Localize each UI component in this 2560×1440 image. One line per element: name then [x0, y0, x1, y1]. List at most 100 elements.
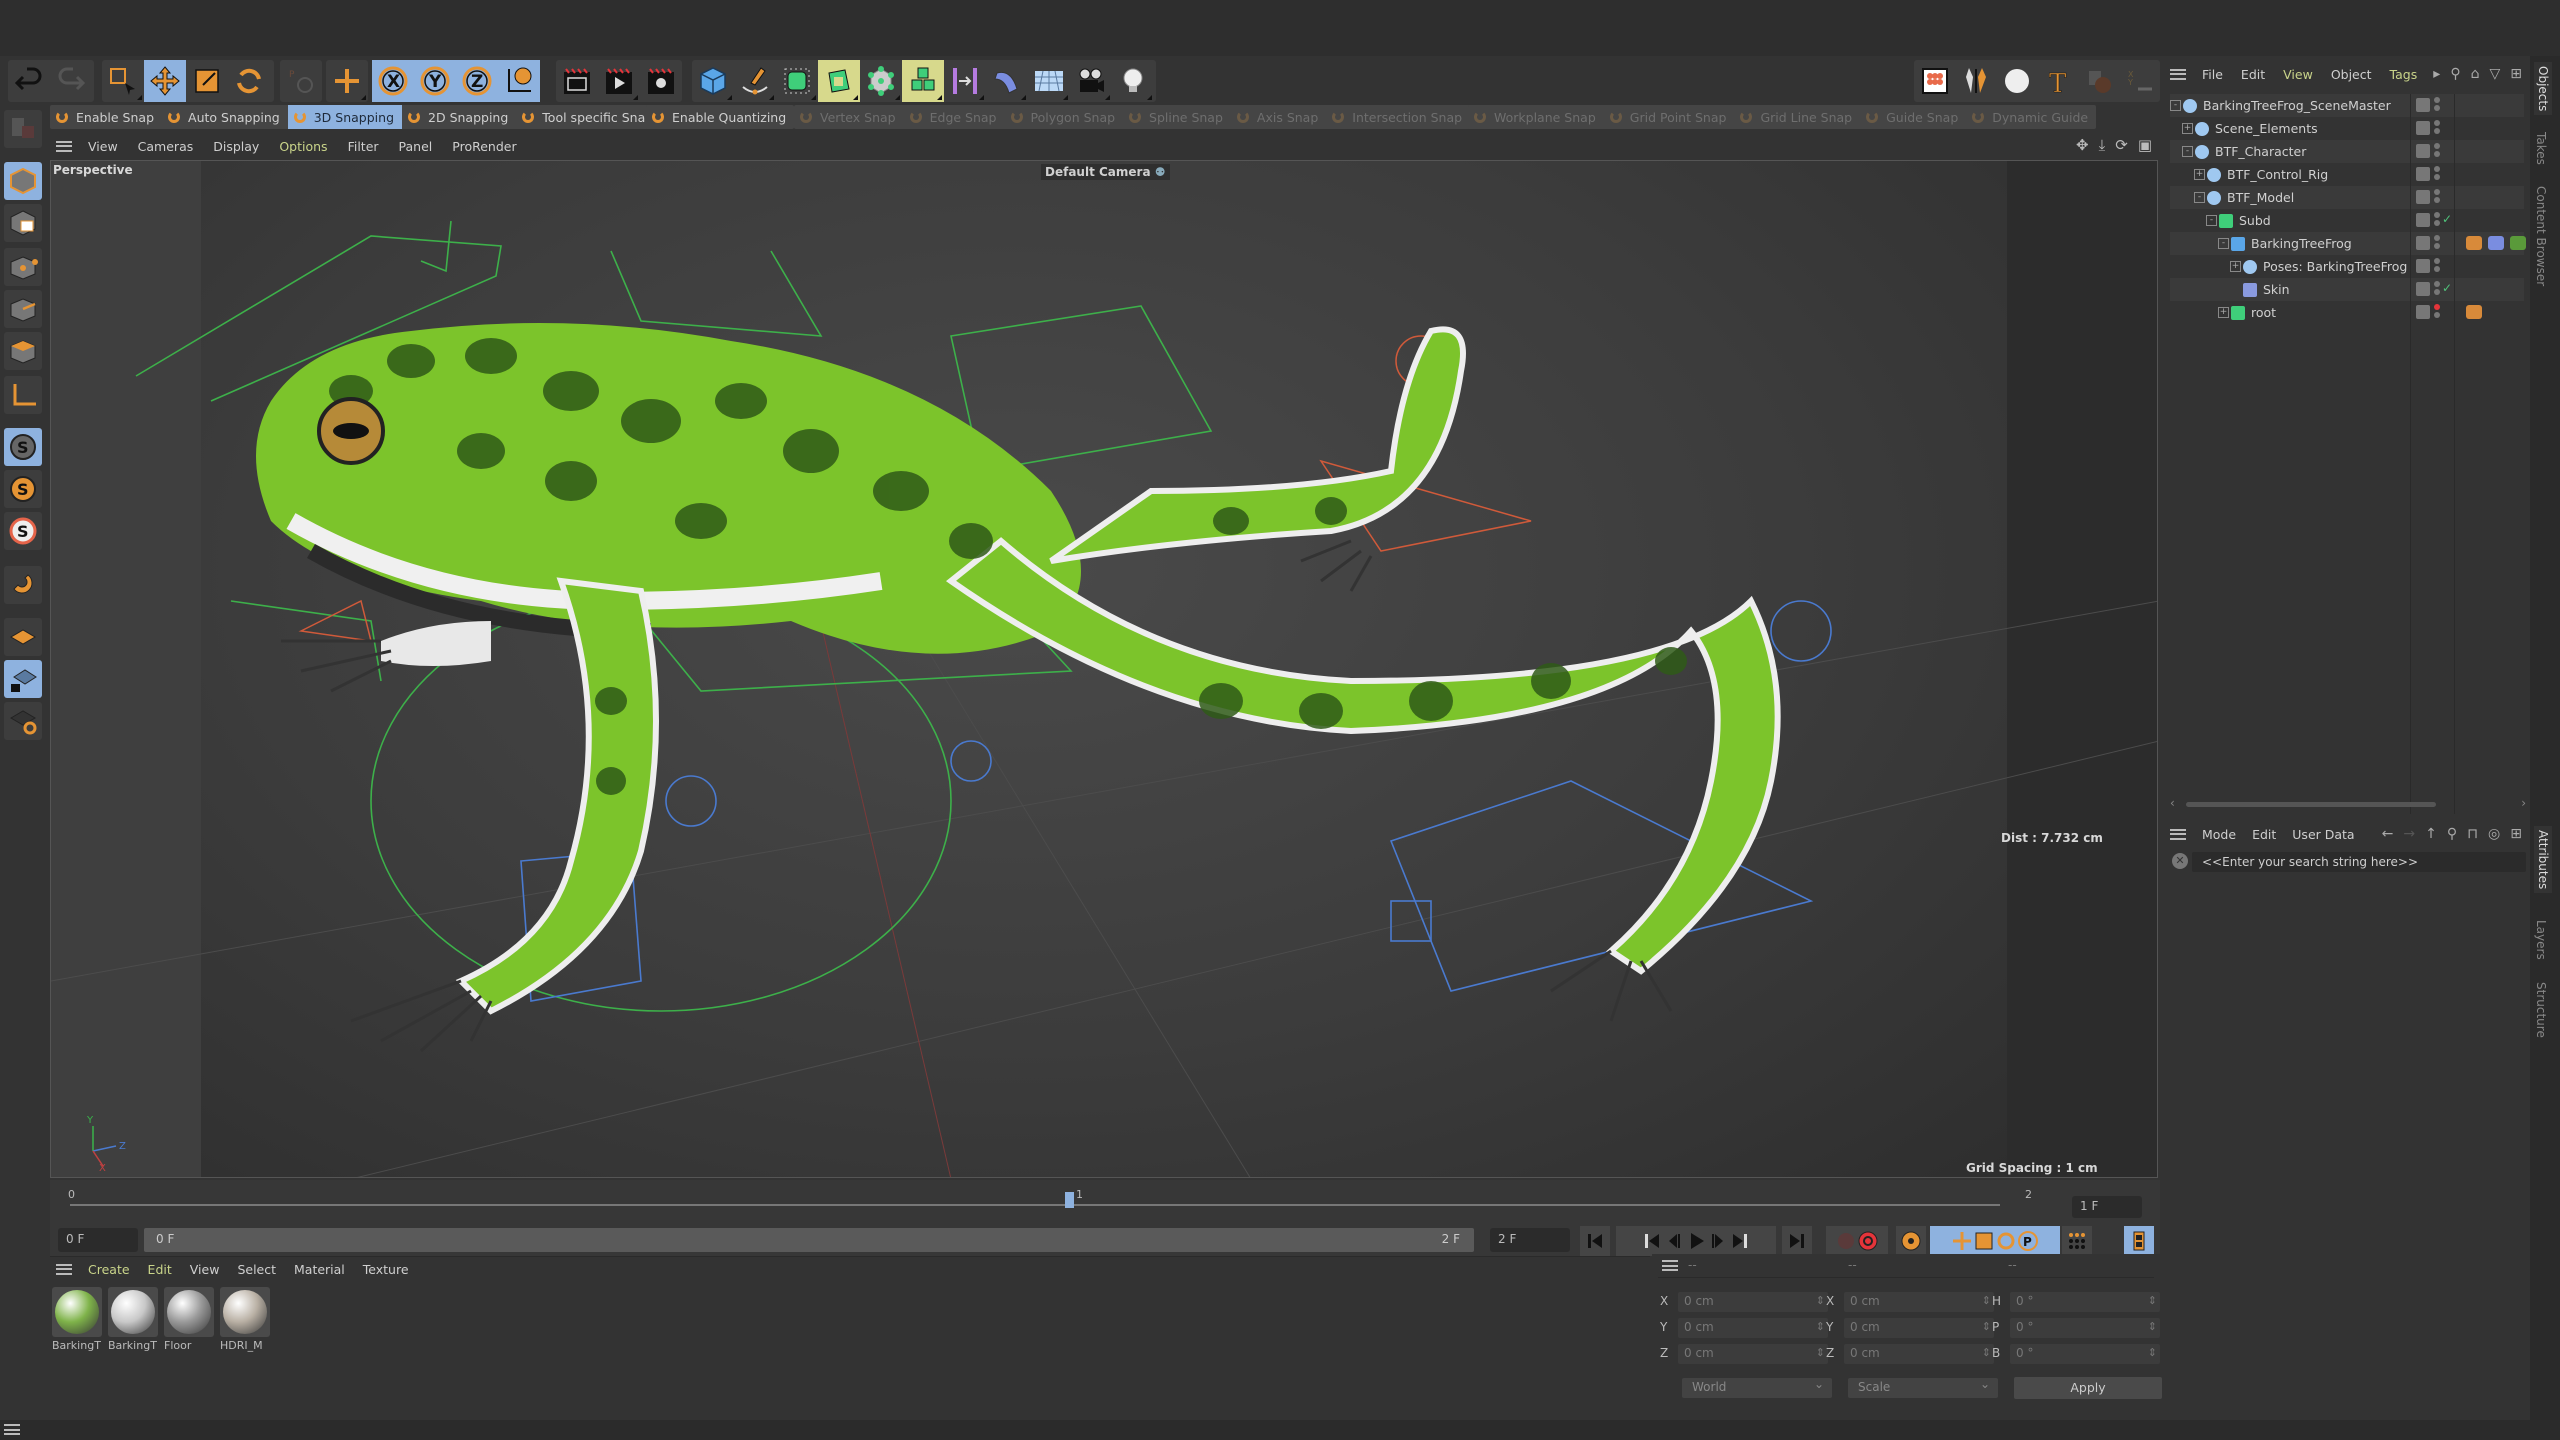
- material-menu-view[interactable]: View: [190, 1262, 220, 1277]
- position-y-field[interactable]: 0 cm: [1678, 1318, 1828, 1338]
- clear-search-icon[interactable]: ✕: [2172, 853, 2188, 869]
- object-row-scene-elements[interactable]: + Scene_Elements: [2170, 117, 2524, 140]
- snap-toggle-edge-snap[interactable]: Edge Snap: [904, 105, 1005, 129]
- side-tab-objects[interactable]: Objects: [2534, 62, 2552, 116]
- object-menu-tags[interactable]: Tags: [2390, 67, 2418, 82]
- render-visibility-dot[interactable]: [2434, 289, 2440, 295]
- render-visibility-dot[interactable]: [2434, 243, 2440, 249]
- viewport-menu-options[interactable]: Options: [279, 139, 327, 154]
- snap-toggle-enable-snap[interactable]: Enable Snap: [50, 105, 162, 129]
- solo-mode-button[interactable]: S: [4, 470, 42, 508]
- toggle-layout-icon[interactable]: ▣: [2138, 136, 2152, 154]
- redo-button[interactable]: [50, 60, 92, 102]
- layer-visibility-toggle[interactable]: [2416, 167, 2430, 181]
- autokey-icon[interactable]: [1857, 1230, 1879, 1252]
- material-swatch[interactable]: Floor: [164, 1287, 216, 1352]
- render-view-button[interactable]: [556, 60, 598, 102]
- editor-visibility-dot[interactable]: [2434, 120, 2440, 126]
- object-row-btf-model[interactable]: - BTF_Model: [2170, 186, 2524, 209]
- play-icon[interactable]: [1685, 1230, 1707, 1252]
- attribute-menu-mode[interactable]: Mode: [2202, 827, 2236, 842]
- coordinate-mode-dropdown[interactable]: World: [1682, 1377, 1832, 1398]
- viewport-menu-cameras[interactable]: Cameras: [138, 139, 194, 154]
- object-menu-file[interactable]: File: [2202, 67, 2223, 82]
- timeline-button[interactable]: [2124, 1226, 2154, 1256]
- snap-toggle-grid-point-snap[interactable]: Grid Point Snap: [1604, 105, 1735, 129]
- snap-toggle-spline-snap[interactable]: Spline Snap: [1123, 105, 1231, 129]
- filter-icon[interactable]: ▽: [2489, 66, 2500, 82]
- editor-render-visibility-dots[interactable]: [2434, 143, 2440, 159]
- size-z-field[interactable]: 0 cm: [1844, 1344, 1994, 1364]
- coordinate-system-button[interactable]: XY: [2119, 60, 2160, 102]
- material-menu-material[interactable]: Material: [294, 1262, 345, 1277]
- axis-move-button[interactable]: [326, 60, 368, 102]
- snap-toggle-auto-snapping[interactable]: Auto Snapping: [162, 105, 288, 129]
- more-menu-icon[interactable]: ▸: [2433, 66, 2440, 82]
- snap-toggle-tool-specific-snap[interactable]: Tool specific Snap: [516, 105, 661, 129]
- object-row-root[interactable]: + root: [2170, 301, 2524, 324]
- z-axis-lock-button[interactable]: Z: [456, 60, 498, 102]
- pen-spline-button[interactable]: [734, 60, 776, 102]
- object-row-skin[interactable]: Skin ✓: [2170, 278, 2524, 301]
- size-mode-dropdown[interactable]: Scale: [1848, 1377, 1998, 1398]
- snap-toggle-dynamic-guide[interactable]: Dynamic Guide: [1966, 105, 2096, 129]
- home-icon[interactable]: ⌂: [2471, 66, 2480, 82]
- workplane-button[interactable]: [4, 618, 42, 656]
- collapse-icon[interactable]: -: [2182, 146, 2193, 157]
- model-mode-button[interactable]: [4, 162, 42, 200]
- snap-toggle-axis-snap[interactable]: Axis Snap: [1231, 105, 1326, 129]
- go-to-end-button[interactable]: [1782, 1226, 1812, 1256]
- rotation-p-field[interactable]: 0 °: [2010, 1318, 2160, 1338]
- apply-button[interactable]: Apply: [2014, 1377, 2162, 1399]
- extrude-generator-button[interactable]: [818, 60, 860, 102]
- collapse-icon[interactable]: -: [2194, 192, 2205, 203]
- viewport-menu-icon[interactable]: [56, 140, 72, 152]
- layer-visibility-toggle[interactable]: [2416, 98, 2430, 112]
- snap-toggle-3d-snapping[interactable]: 3D Snapping: [287, 105, 403, 129]
- array-deformer-button[interactable]: [860, 60, 902, 102]
- next-key-icon[interactable]: [1729, 1230, 1751, 1252]
- position-x-field[interactable]: 0 cm: [1678, 1292, 1828, 1312]
- material-swatch[interactable]: BarkingT: [52, 1287, 104, 1352]
- previous-frame-icon[interactable]: [1663, 1230, 1685, 1252]
- go-to-start-button[interactable]: [1580, 1226, 1610, 1256]
- material-tag-icon[interactable]: [2510, 236, 2526, 250]
- collapse-icon[interactable]: -: [2170, 100, 2181, 111]
- material-swatch[interactable]: HDRI_M: [220, 1287, 272, 1352]
- layer-visibility-toggle[interactable]: [2416, 282, 2430, 296]
- editor-visibility-dot[interactable]: [2434, 166, 2440, 172]
- snap-toggle-workplane-snap[interactable]: Workplane Snap: [1468, 105, 1604, 129]
- object-row-subd[interactable]: - Subd ✓: [2170, 209, 2524, 232]
- cube-button[interactable]: [692, 60, 734, 102]
- editor-visibility-dot[interactable]: [2434, 212, 2440, 218]
- previous-key-icon[interactable]: [1641, 1230, 1663, 1252]
- side-tab-content-browser[interactable]: Content Browser: [2534, 186, 2548, 286]
- scroll-left-icon[interactable]: ‹: [2170, 796, 2175, 810]
- layer-visibility-toggle[interactable]: [2416, 305, 2430, 319]
- snap-toggle-enable-quantizing[interactable]: Enable Quantizing: [646, 105, 794, 129]
- move-tool-button[interactable]: [144, 60, 186, 102]
- camera-button[interactable]: [1070, 60, 1112, 102]
- viewport-menu-prorender[interactable]: ProRender: [452, 139, 516, 154]
- editor-visibility-dot[interactable]: [2434, 281, 2440, 287]
- scrollbar-thumb[interactable]: [2186, 802, 2436, 807]
- object-row-poses-barkingtreefrog[interactable]: + Poses: BarkingTreeFrog: [2170, 255, 2524, 278]
- render-visibility-dot[interactable]: [2434, 266, 2440, 272]
- move-view-icon[interactable]: ✥: [2076, 136, 2089, 154]
- deformer-button[interactable]: [986, 60, 1028, 102]
- back-arrow-icon[interactable]: ←: [2382, 826, 2394, 842]
- expand-icon[interactable]: +: [2218, 307, 2229, 318]
- attribute-menu-user-data[interactable]: User Data: [2292, 827, 2354, 842]
- frame-ruler[interactable]: 0 1 2 1 F: [68, 1188, 2150, 1218]
- viewport-menu-view[interactable]: View: [88, 139, 118, 154]
- collapse-icon[interactable]: -: [2206, 215, 2217, 226]
- zoom-view-icon[interactable]: ⤓: [2099, 136, 2106, 154]
- layer-visibility-toggle[interactable]: [2416, 236, 2430, 250]
- ik-tag-icon[interactable]: [2488, 236, 2504, 250]
- cloner-button[interactable]: [902, 60, 944, 102]
- up-arrow-icon[interactable]: ↑: [2425, 826, 2437, 842]
- coordinate-menu-icon[interactable]: [1662, 1260, 1678, 1271]
- undo-button[interactable]: [8, 60, 50, 102]
- text-tool-button[interactable]: T: [2037, 60, 2078, 102]
- enabled-check-icon[interactable]: ✓: [2442, 212, 2452, 226]
